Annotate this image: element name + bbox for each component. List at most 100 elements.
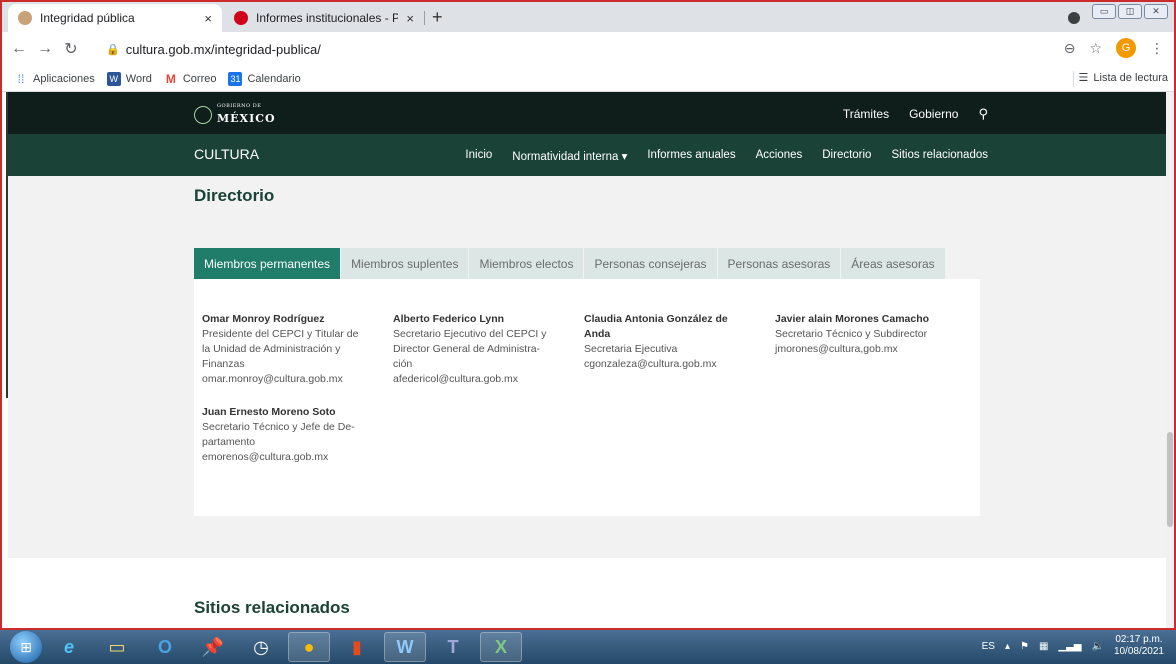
member-role: Presidente del CEPCI y Titular de	[202, 328, 359, 340]
chrome-icon[interactable]: ●	[288, 632, 330, 662]
close-window-button[interactable]: ✕	[1144, 4, 1168, 19]
excel-icon[interactable]: X	[480, 632, 522, 662]
member-role: Secretario Técnico y Jefe de De-	[202, 421, 355, 433]
tab-close-icon[interactable]: ×	[406, 11, 414, 26]
page-scrollbar[interactable]	[1166, 92, 1174, 628]
nav-inicio[interactable]: Inicio	[465, 149, 492, 163]
clock[interactable]: 02:17 p.m. 10/08/2021	[1114, 634, 1164, 658]
network-icon[interactable]: ▦	[1039, 641, 1048, 652]
apps-grid-icon: ⁞⁞	[17, 71, 25, 86]
tab-close-icon[interactable]: ×	[204, 11, 212, 26]
page-viewport: GOBIERNO DE MÉXICO Trámites Gobierno ⚲ C…	[8, 92, 1166, 628]
link-gobierno[interactable]: Gobierno	[909, 107, 958, 121]
zoom-icon[interactable]: ⊖	[1064, 40, 1076, 57]
lock-icon[interactable]: 🔒	[106, 43, 120, 56]
reading-list-label: Lista de lectura	[1093, 71, 1168, 84]
bookmarks-bar: ⁞⁞ Aplicaciones W Word M Correo 31 Calen…	[2, 66, 1174, 92]
tab-separator	[424, 11, 425, 25]
office-icon[interactable]: ▮	[336, 632, 378, 662]
tab-informes[interactable]: Informes institucionales - Pronun ×	[224, 4, 424, 32]
bookmark-label: Aplicaciones	[33, 72, 95, 85]
bookmark-calendario[interactable]: 31 Calendario	[228, 71, 301, 86]
nav-informes[interactable]: Informes anuales	[647, 149, 735, 163]
link-tramites[interactable]: Trámites	[843, 107, 889, 121]
member-email[interactable]: emorenos@cultura.gob.mx	[202, 450, 382, 465]
outlook-icon[interactable]: O	[144, 632, 186, 662]
maximize-button[interactable]: ◫	[1118, 4, 1142, 19]
member-card: Claudia Antonia González de Anda Secreta…	[584, 312, 744, 372]
language-indicator[interactable]: ES	[982, 641, 995, 652]
directory-panel: Omar Monroy Rodríguez Presidente del CEP…	[194, 279, 980, 516]
nav-acciones[interactable]: Acciones	[756, 149, 803, 163]
member-name: Javier alain Morones Camacho	[775, 313, 930, 325]
nav-normatividad[interactable]: Normatividad interna ▾	[512, 149, 627, 163]
reading-list-icon: ☰	[1078, 72, 1089, 84]
search-icon[interactable]: ⚲	[978, 106, 988, 122]
tab-miembros-electos[interactable]: Miembros electos	[469, 248, 585, 279]
member-card: Alberto Federico Lynn Secretario Ejecuti…	[393, 312, 573, 387]
related-sites-title: Sitios relacionados	[194, 598, 350, 617]
browser-toolbar: ← → ↻ 🔒 cultura.gob.mx/integridad-public…	[2, 32, 1174, 66]
bookmark-label: Word	[125, 72, 152, 85]
tab-miembros-permanentes[interactable]: Miembros permanentes	[194, 248, 342, 279]
profile-avatar[interactable]: G	[1116, 38, 1136, 58]
member-email[interactable]: jmorones@cultura,gob.mx	[775, 342, 965, 357]
brand-cultura[interactable]: CULTURA	[194, 146, 259, 162]
gob-logo-text: GOBIERNO DE MÉXICO	[217, 104, 276, 125]
tab-personas-asesoras[interactable]: Personas asesoras	[717, 248, 842, 279]
bookmark-aplicaciones[interactable]: ⁞⁞ Aplicaciones	[14, 72, 95, 86]
bookmark-word[interactable]: W Word	[106, 71, 152, 86]
volume-icon[interactable]: 🔈	[1091, 641, 1103, 652]
address-bar[interactable]: 🔒 cultura.gob.mx/integridad-publica/	[106, 35, 1172, 63]
gob-small-text: GOBIERNO DE	[217, 103, 262, 109]
back-icon[interactable]: ←	[6, 40, 32, 58]
signal-icon[interactable]: ▁▃▅	[1058, 641, 1081, 652]
member-card: Javier alain Morones Camacho Secretario …	[775, 312, 965, 357]
start-button[interactable]: ⊞	[10, 631, 42, 663]
member-card: Omar Monroy Rodríguez Presidente del CEP…	[202, 312, 382, 387]
tab-miembros-suplentes[interactable]: Miembros suplentes	[341, 248, 470, 279]
tab-personas-consejeras[interactable]: Personas consejeras	[584, 248, 718, 279]
teams-icon[interactable]: T	[432, 632, 474, 662]
gob-big-text: MÉXICO	[217, 112, 276, 125]
forward-icon[interactable]: →	[32, 40, 58, 58]
member-email[interactable]: cgonzaleza@cultura.gob.mx	[584, 357, 744, 372]
member-role: partamento	[202, 436, 256, 448]
member-email[interactable]: afedericol@cultura.gob.mx	[393, 372, 573, 387]
menu-icon[interactable]: ⋮	[1150, 40, 1164, 57]
file-explorer-icon[interactable]: ▭	[96, 632, 138, 662]
clock-app-icon[interactable]: ◷	[240, 632, 282, 662]
tab-search-icon[interactable]	[1068, 12, 1080, 24]
clock-time: 02:17 p.m.	[1115, 634, 1163, 645]
member-role: Director General de Administra-	[393, 343, 541, 355]
scrollbar-thumb[interactable]	[1167, 432, 1173, 527]
reload-icon[interactable]: ↻	[58, 39, 84, 59]
tab-areas-asesoras[interactable]: Áreas asesoras	[841, 248, 946, 279]
system-tray: ES ▴ ⚑ ▦ ▁▃▅ 🔈 02:17 p.m. 10/08/2021	[982, 634, 1164, 658]
word-taskbar-icon[interactable]: W	[384, 632, 426, 662]
bookmark-correo[interactable]: M Correo	[164, 72, 217, 86]
member-role: ción	[393, 358, 413, 370]
member-email[interactable]: omar.monroy@cultura.gob.mx	[202, 372, 382, 387]
member-role: la Unidad de Administración y	[202, 343, 341, 355]
tab-integridad[interactable]: Integridad pública ×	[8, 4, 222, 32]
ie-icon[interactable]: e	[48, 632, 90, 662]
tab-title: Informes institucionales - Pronun	[256, 11, 398, 25]
bookmark-label: Calendario	[247, 72, 301, 85]
nav-directorio[interactable]: Directorio	[822, 149, 871, 163]
pin-app-icon[interactable]: 📌	[192, 632, 234, 662]
tray-expand-icon[interactable]: ▴	[1005, 641, 1010, 652]
member-name: Omar Monroy Rodríguez	[202, 313, 325, 325]
bookmark-star-icon[interactable]: ☆	[1089, 40, 1102, 57]
member-name: Alberto Federico Lynn	[393, 313, 505, 325]
nav-sitios[interactable]: Sitios relacionados	[891, 149, 988, 163]
calendar-icon: 31	[228, 71, 243, 86]
reading-list-button[interactable]: ☰ Lista de lectura	[1078, 71, 1168, 85]
new-tab-button[interactable]: +	[432, 8, 443, 26]
member-name: Claudia Antonia González de Anda	[584, 313, 728, 340]
gob-mexico-logo[interactable]: GOBIERNO DE MÉXICO	[194, 104, 276, 125]
flag-icon[interactable]: ⚑	[1020, 641, 1029, 652]
bookmarks-separator	[1073, 71, 1074, 87]
member-card: Juan Ernesto Moreno Soto Secretario Técn…	[202, 405, 382, 465]
minimize-button[interactable]: ▭	[1092, 4, 1116, 19]
